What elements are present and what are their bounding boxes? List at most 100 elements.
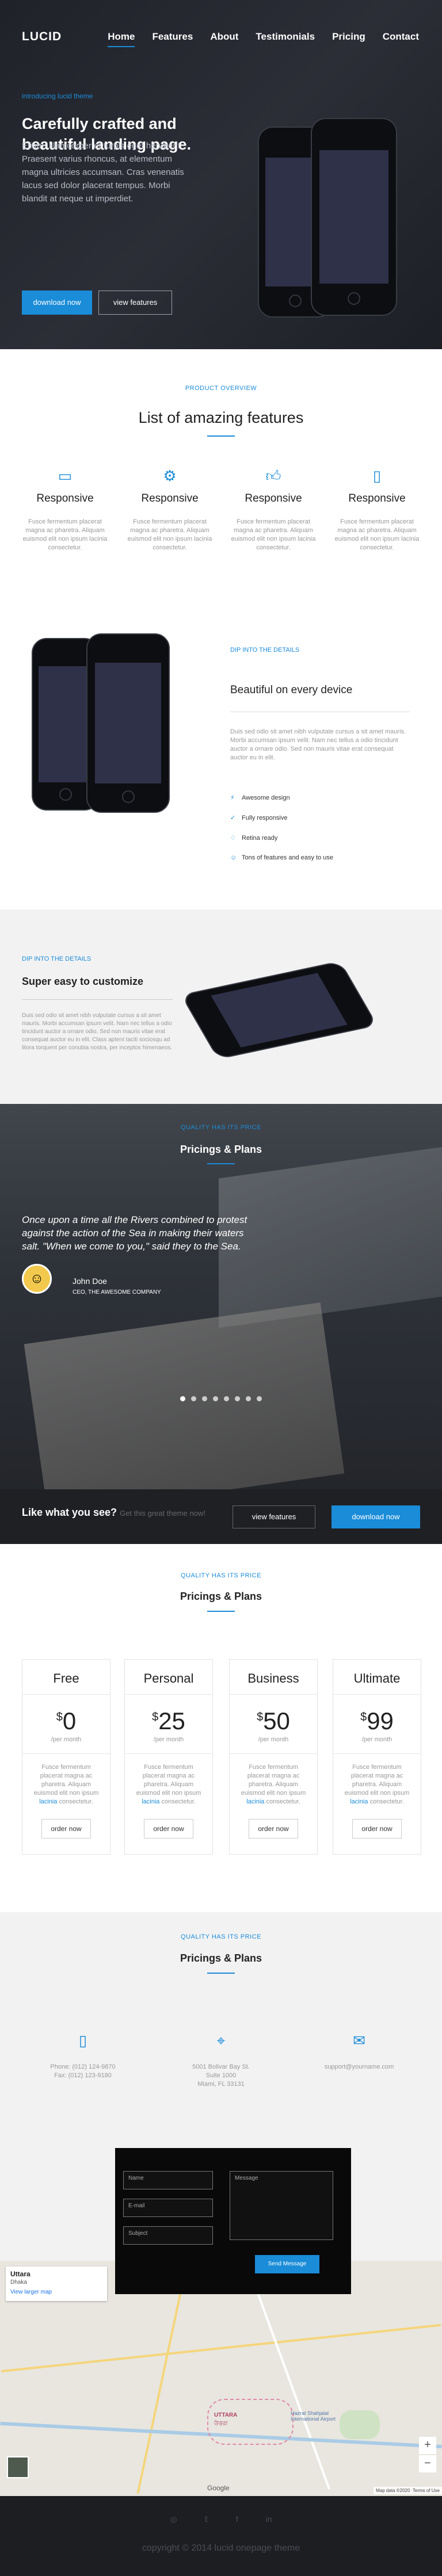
order-button[interactable]: order now xyxy=(249,1819,298,1839)
plan-link[interactable]: lacinia xyxy=(246,1798,264,1805)
feature-text: Fusce fermentum placerat magna ac pharet… xyxy=(22,518,108,551)
address-line: Miami, FL 33131 xyxy=(197,2081,245,2088)
details-title: Beautiful on every device xyxy=(230,684,353,696)
feature-item: 👍︎ Responsive Fusce fermentum placerat m… xyxy=(230,467,317,552)
map-info-card: Uttara Dhaka View larger map xyxy=(6,2267,107,2301)
slider-dot[interactable] xyxy=(191,1396,196,1401)
overview-title: List of amazing features xyxy=(138,409,304,426)
message-field[interactable]: Message xyxy=(230,2171,333,2240)
feature-text: Fusce fermentum placerat magna ac pharet… xyxy=(127,518,212,551)
terms-link[interactable]: Terms of Use xyxy=(413,2488,440,2493)
slider-dot[interactable] xyxy=(213,1396,218,1401)
facebook-icon[interactable]: f xyxy=(236,2514,238,2524)
plan-period: /per month xyxy=(153,1736,184,1743)
contact-section: QUALITY HAS ITS PRICE Pricings & Plans ▯… xyxy=(0,1912,442,2496)
testimonial-title: Pricings & Plans xyxy=(180,1144,262,1155)
cta-title: Like what you see? Get this great theme … xyxy=(22,1507,205,1519)
order-button[interactable]: order now xyxy=(41,1819,91,1839)
dribbble-icon[interactable]: ◎ xyxy=(170,2514,177,2524)
contact-email: ✉ support@yourname.com xyxy=(307,2033,411,2071)
cta-sub: Get this great theme now! xyxy=(120,1509,205,1518)
avatar: ☺ xyxy=(22,1264,52,1294)
testimonial-section: QUALITY HAS ITS PRICE Pricings & Plans O… xyxy=(0,1104,442,1489)
check-icon: ✓ xyxy=(230,815,236,821)
social-icons: ◎ 𝕥 f in xyxy=(0,2514,442,2524)
slider-dot[interactable] xyxy=(202,1396,207,1401)
plan-period: /per month xyxy=(258,1736,289,1743)
download-button[interactable]: download now xyxy=(332,1505,420,1528)
logo[interactable]: LUCID xyxy=(22,30,62,44)
copyright: copyright © 2014 lucid onepage theme xyxy=(142,2543,300,2553)
map-place: Uttara xyxy=(10,2270,31,2278)
plan-link[interactable]: lacinia xyxy=(142,1798,159,1805)
plan-desc: Fusce fermentum placerat magna ac pharet… xyxy=(136,1764,201,1805)
plan-price: $50 xyxy=(257,1707,290,1734)
testimonial-quote: Once upon a time all the Rivers combined… xyxy=(22,1214,247,1252)
map-place-sub: Dhaka xyxy=(10,2279,27,2285)
map-area-green xyxy=(340,2410,380,2439)
map-label-uttara: UTTARA xyxy=(214,2412,238,2418)
slider-dot[interactable] xyxy=(246,1396,251,1401)
view-features-button[interactable]: view features xyxy=(98,291,172,315)
map-road xyxy=(1,2323,441,2373)
plan-link[interactable]: lacinia xyxy=(350,1798,368,1805)
slider-dot[interactable] xyxy=(180,1396,185,1401)
mobile-icon: ▯ xyxy=(372,467,382,484)
nav-testimonials[interactable]: Testimonials xyxy=(256,31,315,43)
details-text: Duis sed odio sit amet nibh vulputate cu… xyxy=(230,728,406,761)
plan-desc: Fusce fermentum placerat magna ac pharet… xyxy=(33,1764,99,1805)
slider-dot[interactable] xyxy=(224,1396,229,1401)
nav-about[interactable]: About xyxy=(210,31,238,43)
plan-card-business: Business $50 /per month Fusce fermentum … xyxy=(229,1659,318,1855)
plan-card-free: Free $0 /per month Fusce fermentum place… xyxy=(22,1659,110,1855)
send-message-button[interactable]: Send Message xyxy=(255,2255,319,2273)
details-section: DIP INTO THE DETAILS Beautiful on every … xyxy=(0,608,442,909)
view-features-button[interactable]: view features xyxy=(233,1505,315,1528)
phone-image-front xyxy=(311,118,397,316)
map-label-bn: উত্তরা xyxy=(214,2421,228,2427)
view-larger-map-link[interactable]: View larger map xyxy=(10,2289,102,2295)
plan-card-personal: Personal $25 /per month Fusce fermentum … xyxy=(124,1659,213,1855)
easy-divider xyxy=(22,999,173,1000)
order-button[interactable]: order now xyxy=(352,1819,402,1839)
nav-pricing[interactable]: Pricing xyxy=(332,31,365,43)
twitter-icon[interactable]: 𝕥 xyxy=(205,2514,209,2524)
testimonial-kicker: QUALITY HAS ITS PRICE xyxy=(181,1124,261,1131)
pricing-section: QUALITY HAS ITS PRICE Pricings & Plans F… xyxy=(0,1544,442,1912)
map[interactable]: UTTARA উত্তরা Hazrat Shahjalal Internati… xyxy=(0,2261,442,2496)
zoom-out-button[interactable]: − xyxy=(419,2455,436,2472)
plans-kicker: QUALITY HAS ITS PRICE xyxy=(181,1572,261,1579)
feature-text: Fusce fermentum placerat magna ac pharet… xyxy=(334,518,420,551)
plan-desc: Fusce fermentum placerat magna ac pharet… xyxy=(344,1764,410,1805)
hero-text: Etiam ullamcorper et turpis eget hendrer… xyxy=(22,141,184,204)
list-item: Awesome design xyxy=(242,794,290,801)
feature-item: ▯ Responsive Fusce fermentum placerat ma… xyxy=(334,467,420,552)
zoom-in-button[interactable]: + xyxy=(419,2437,436,2454)
thumbs-up-icon: 👍︎ xyxy=(265,467,281,484)
plans-title: Pricings & Plans xyxy=(180,1591,262,1602)
fax-text: Fax: (012) 123-9180 xyxy=(54,2072,112,2079)
nav-home[interactable]: Home xyxy=(108,31,135,47)
nav-features[interactable]: Features xyxy=(152,31,193,43)
slider-dots xyxy=(0,1394,442,1404)
slider-dot[interactable] xyxy=(257,1396,262,1401)
slider-dot[interactable] xyxy=(235,1396,240,1401)
nav-contact[interactable]: Contact xyxy=(383,31,419,43)
phone-text: Phone: (012) 124-9870 xyxy=(50,2063,116,2070)
order-button[interactable]: order now xyxy=(144,1819,193,1839)
address-line: 5001 Bolivar Bay St. xyxy=(192,2063,250,2070)
feature-text: Fusce fermentum placerat magna ac pharet… xyxy=(231,518,316,551)
feature-title: Responsive xyxy=(245,492,302,505)
section-overlay xyxy=(0,1104,442,1489)
satellite-thumbnail[interactable] xyxy=(7,2456,29,2478)
plan-link[interactable]: lacinia xyxy=(39,1798,57,1805)
map-road xyxy=(136,2263,188,2494)
email-field[interactable]: E-mail xyxy=(123,2199,213,2217)
easy-title: Super easy to customize xyxy=(22,976,144,987)
download-button[interactable]: download now xyxy=(22,291,92,315)
linkedin-icon[interactable]: in xyxy=(266,2514,272,2524)
name-field[interactable]: Name xyxy=(123,2171,213,2189)
plan-name: Personal xyxy=(143,1671,194,1686)
plan-price: $25 xyxy=(152,1707,185,1734)
subject-field[interactable]: Subject xyxy=(123,2226,213,2245)
